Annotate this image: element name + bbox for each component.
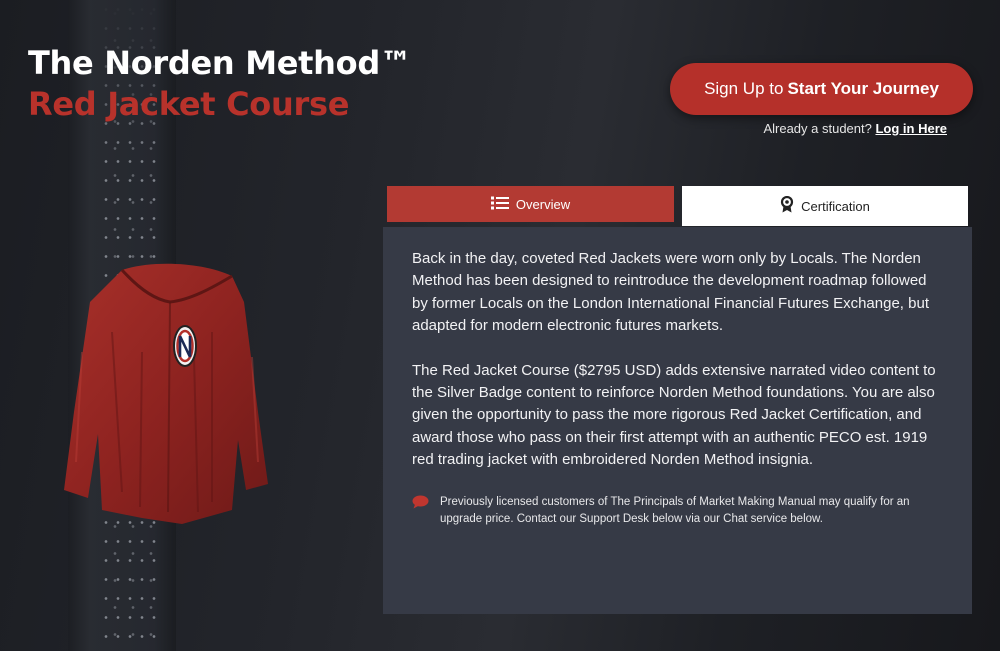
tab-overview[interactable]: Overview <box>387 186 674 222</box>
login-link[interactable]: Log in Here <box>875 121 947 136</box>
list-icon <box>490 196 509 213</box>
tab-certification[interactable]: Certification <box>682 186 968 226</box>
red-jacket-image <box>62 262 272 534</box>
tab-overview-label: Overview <box>515 196 571 212</box>
signup-button-emphasis: Start Your Journey <box>787 79 939 98</box>
upgrade-note-text: Previously licensed customers of The Pri… <box>440 495 910 526</box>
login-prompt-row: Already a student? Log in Here <box>700 121 947 136</box>
page-title: The Norden Method™ <box>28 44 412 82</box>
overview-paragraph-1: Back in the day, coveted Red Jackets wer… <box>412 250 929 335</box>
signup-button[interactable]: Sign Up to Start Your Journey <box>670 63 973 115</box>
signup-button-prefix: Sign Up to <box>704 79 784 98</box>
course-subtitle: Red Jacket Course <box>28 85 350 123</box>
tab-certification-label: Certification <box>801 198 870 214</box>
overview-paragraph-2: The Red Jacket Course ($2795 USD) adds e… <box>412 361 936 469</box>
overview-panel: Back in the day, coveted Red Jackets wer… <box>383 227 972 614</box>
chat-bubble-icon <box>412 495 430 529</box>
award-icon <box>780 195 794 216</box>
upgrade-note: Previously licensed customers of The Pri… <box>412 494 943 529</box>
login-prompt: Already a student? <box>763 121 872 136</box>
